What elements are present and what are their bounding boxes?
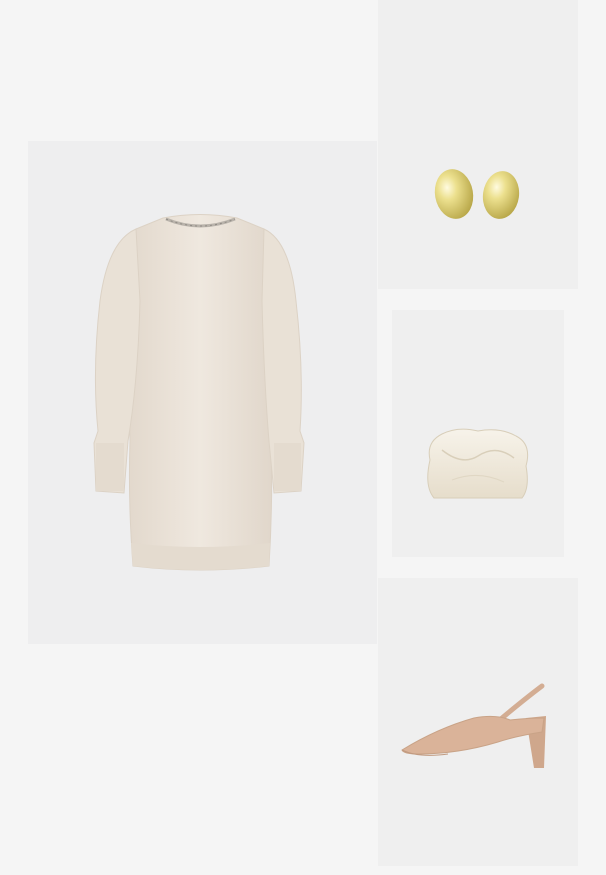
product-tile-shoes[interactable] [378, 578, 578, 866]
knit-sweater-dress-icon [93, 214, 305, 571]
cream-pouch-clutch-icon [427, 428, 529, 499]
nude-slingback-pump-icon [401, 683, 546, 768]
product-tile-earrings[interactable] [378, 0, 578, 289]
product-tile-bag[interactable] [392, 310, 564, 557]
product-tile-dress[interactable] [28, 141, 377, 644]
gold-dome-earrings-icon [434, 169, 520, 219]
